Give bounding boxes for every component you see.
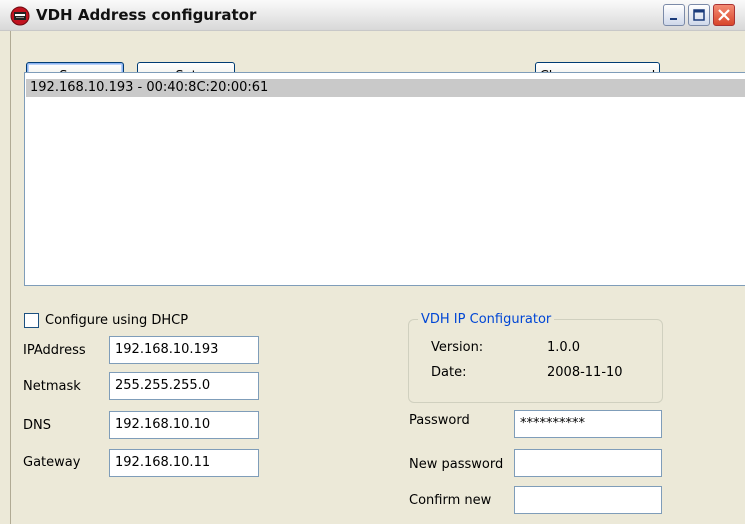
about-group-title: VDH IP Configurator [418,312,555,327]
device-list[interactable]: 192.168.10.193 - 00:40:8C:20:00:61 [24,72,745,286]
date-label: Date: [431,365,467,380]
netmask-field[interactable]: 255.255.255.0 [109,372,259,400]
confirm-password-label: Confirm new [409,493,492,508]
new-password-field[interactable] [514,449,662,477]
dhcp-checkbox[interactable] [24,313,39,328]
about-group [408,319,663,403]
date-value: 2008-11-10 [547,365,623,380]
maximize-button[interactable] [688,4,710,26]
window-title: VDH Address configurator [36,6,257,24]
dns-field[interactable]: 192.168.10.10 [109,411,259,439]
main-panel: Scan Set Change password 192.168.10.193 … [10,31,745,524]
gateway-field[interactable]: 192.168.10.11 [109,449,259,477]
list-item[interactable]: 192.168.10.193 - 00:40:8C:20:00:61 [26,79,745,97]
new-password-label: New password [409,457,504,472]
ip-address-field[interactable]: 192.168.10.193 [109,336,259,364]
dns-label: DNS [23,418,51,433]
password-field[interactable]: ********** [514,410,662,438]
password-label: Password [409,413,470,428]
minimize-icon [670,18,677,20]
maximize-icon [693,9,705,21]
close-button[interactable] [713,4,735,26]
gateway-label: Gateway [23,455,81,470]
minimize-button[interactable] [663,4,685,26]
title-bar[interactable]: VDH Address configurator [0,0,745,31]
version-value: 1.0.0 [547,340,581,355]
app-logo-icon [10,6,30,26]
dhcp-label: Configure using DHCP [45,313,189,328]
close-icon [718,9,730,21]
app-window: VDH Address configurator Scan Set Change… [0,0,745,524]
version-label: Version: [431,340,484,355]
ip-address-label: IPAddress [23,343,86,358]
confirm-password-field[interactable] [514,486,662,514]
netmask-label: Netmask [23,379,81,394]
